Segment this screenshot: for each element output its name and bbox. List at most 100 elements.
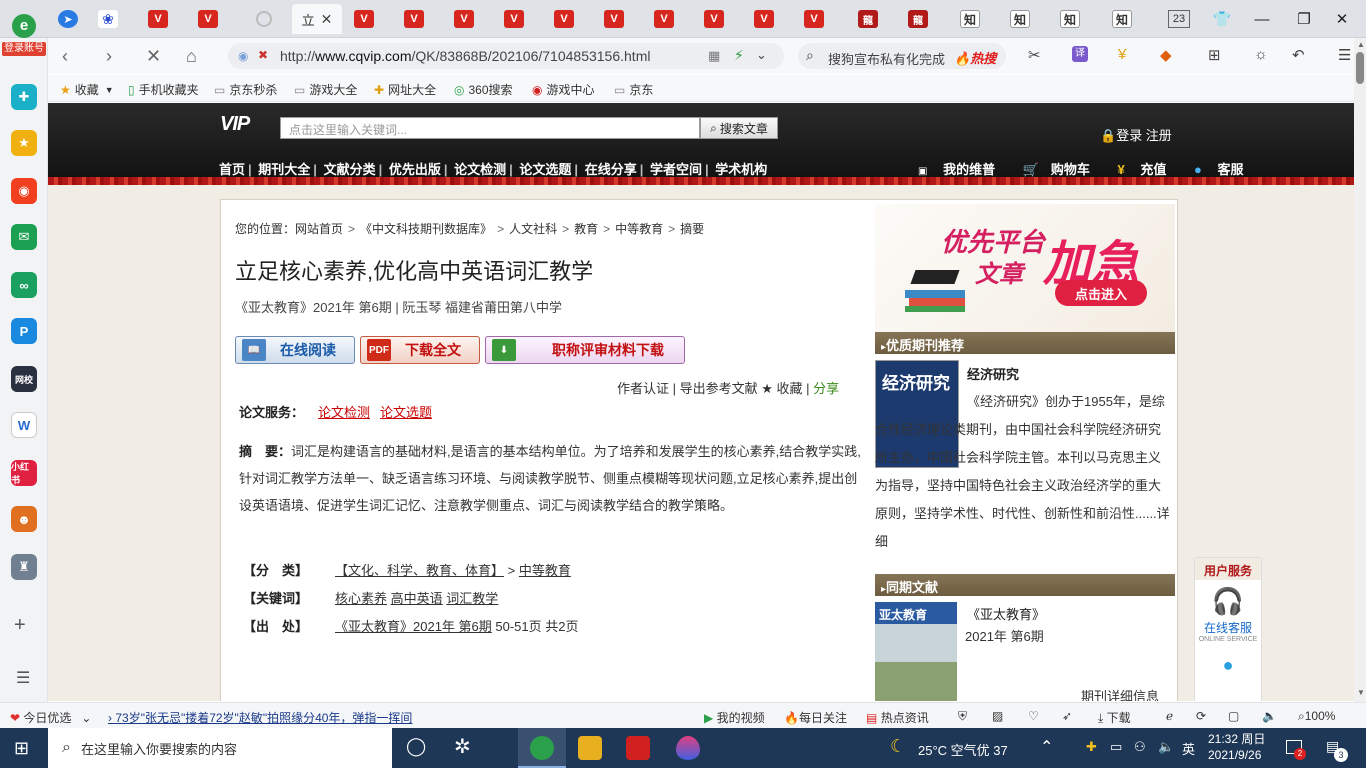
chevron-down-icon[interactable]: ⌄	[756, 47, 767, 63]
vertical-scrollbar[interactable]: ▲ ▼	[1354, 38, 1366, 702]
bookmark-url-nav[interactable]: ✚ 网址大全	[374, 81, 436, 98]
paper-check-link[interactable]: 论文检测	[318, 405, 370, 420]
bookmark-jd[interactable]: ▭ 京东	[614, 81, 653, 98]
ad-enter-button[interactable]: 点击进入	[1055, 280, 1147, 306]
favorites-star-icon[interactable]: ★	[11, 130, 37, 156]
translate-icon[interactable]: 译	[1072, 46, 1088, 62]
tab-cqvip[interactable]: V	[340, 4, 388, 34]
journal-details-link[interactable]: 期刊详细信息	[1081, 686, 1159, 701]
tab-cqvip[interactable]: V	[440, 4, 488, 34]
tab-cqvip[interactable]: V	[740, 4, 788, 34]
today-picks[interactable]: ❤ 今日优选 ⌄	[10, 709, 91, 726]
add-icon[interactable]: +	[14, 614, 26, 637]
refresh-icon[interactable]: ⟳	[1196, 709, 1206, 723]
read-online-button[interactable]: 📖 在线阅读	[235, 336, 355, 364]
nav-categories[interactable]: 文献分类	[324, 162, 376, 177]
online-service-link[interactable]: 在线客服	[1195, 619, 1261, 636]
back-icon[interactable]: ‹	[62, 46, 68, 67]
breadcrumb-humanities[interactable]: 人文社科	[509, 222, 557, 236]
tab-active[interactable]: 立 ✕	[292, 4, 342, 34]
nav-institutions[interactable]: 学术机构	[715, 162, 767, 177]
customer-service-link[interactable]: ● 客服	[1194, 162, 1256, 177]
colorful-app-icon[interactable]	[676, 736, 700, 760]
tab-count-badge[interactable]: 23	[1168, 10, 1190, 28]
tab-cqvip[interactable]: V	[490, 4, 538, 34]
coin-icon[interactable]: ¥	[1118, 46, 1126, 63]
my-video[interactable]: ▶ 我的视频	[704, 709, 765, 726]
breadcrumb-education[interactable]: 教育	[574, 222, 598, 236]
plus-app-icon[interactable]: ✚	[11, 84, 37, 110]
nav-priority-publish[interactable]: 优先出版	[389, 162, 441, 177]
minimize-icon[interactable]: —	[1242, 0, 1282, 38]
home-icon[interactable]: ⌂	[186, 46, 197, 67]
breadcrumb-home[interactable]: 网站首页	[295, 222, 343, 236]
bookmark-game-center[interactable]: ◉ 游戏中心	[532, 81, 595, 98]
title-material-download-button[interactable]: ⬇ 职称评审材料下载	[485, 336, 685, 364]
my-vip-link[interactable]: ▣ 我的维普	[918, 162, 1007, 177]
taskbar-search[interactable]: ⌕ 在这里输入你要搜索的内容	[48, 728, 392, 768]
close-window-icon[interactable]: ✕	[1322, 0, 1362, 38]
tab-cqvip[interactable]: V	[690, 4, 738, 34]
image-icon[interactable]: ▨	[992, 709, 1003, 723]
game-icon[interactable]: ◆	[1160, 46, 1172, 64]
vip-logo[interactable]: VIP	[220, 113, 250, 136]
source-link[interactable]: 《亚太教育》2021年 第6期	[335, 619, 492, 634]
topic-select-link[interactable]: 论文选题	[380, 405, 432, 420]
file-explorer-icon[interactable]	[578, 736, 602, 760]
scroll-up-icon[interactable]: ▲	[1357, 40, 1365, 49]
tab-cqvip[interactable]: V	[184, 4, 232, 34]
bookmark-favorites[interactable]: ★ 收藏 ▼	[60, 81, 114, 98]
nav-online-share[interactable]: 在线分享	[585, 162, 637, 177]
task-view-icon[interactable]: ◯	[406, 736, 426, 757]
cart-link[interactable]: 🛒 购物车	[1023, 162, 1102, 177]
browser-logo-icon[interactable]: e	[12, 14, 36, 38]
mail-icon[interactable]: ✉	[11, 224, 37, 250]
tab-cqvip[interactable]: V	[590, 4, 638, 34]
breadcrumb-database[interactable]: 《中文科技期刊数据库》	[360, 222, 492, 236]
export-reference-link[interactable]: 导出参考文献	[680, 381, 758, 396]
login-account-label[interactable]: 登录账号	[2, 42, 46, 56]
keyword-search-input[interactable]: 点击这里输入关键词...	[280, 117, 700, 139]
volume-icon[interactable]: 🔈	[1262, 709, 1277, 723]
speaker-icon[interactable]: 🔈	[1158, 739, 1174, 755]
bookmark-jd-seckill[interactable]: ▭ 京东秒杀	[214, 81, 277, 98]
forward-icon[interactable]: ›	[106, 46, 112, 67]
restore-icon[interactable]: ❐	[1284, 0, 1324, 38]
search-input[interactable]: 搜狗宣布私有化完成	[828, 49, 945, 68]
recharge-link[interactable]: ¥ 充值	[1118, 162, 1179, 177]
skin-icon[interactable]: 👕	[1202, 0, 1242, 38]
health-icon[interactable]: ♡	[1028, 709, 1039, 723]
tab-dark[interactable]: 龍	[894, 4, 942, 34]
pinduoduo-icon[interactable]: P	[11, 318, 37, 344]
keyword-link[interactable]: 高中英语	[391, 591, 443, 606]
network-icon[interactable]: ⚇	[1134, 739, 1146, 755]
login-register-link[interactable]: 🔒登录 注册	[1100, 125, 1172, 144]
breadcrumb-secondary-education[interactable]: 中等教育	[615, 222, 663, 236]
search-article-button[interactable]: ⌕ 搜索文章	[700, 117, 778, 139]
tab-cqvip[interactable]: V	[640, 4, 688, 34]
lightning-icon[interactable]: ⚡	[734, 47, 744, 64]
tab-baidu[interactable]: ❀	[84, 4, 132, 34]
share-link[interactable]: 分享	[813, 381, 839, 396]
tab-cqvip[interactable]: V	[540, 4, 588, 34]
qq-icon[interactable]: ●	[1195, 655, 1261, 676]
nav-home[interactable]: 首页	[219, 162, 245, 177]
category-link[interactable]: 【文化、科学、教育、体育】	[335, 563, 504, 578]
keyword-link[interactable]: 核心素养	[335, 591, 387, 606]
not-secure-icon[interactable]: ✖	[258, 48, 268, 62]
apps-grid-icon[interactable]: ⊞	[1208, 46, 1221, 64]
game-character-icon[interactable]: ☻	[11, 506, 37, 532]
daily-follow[interactable]: 🔥每日关注	[784, 709, 847, 726]
plus-tray-icon[interactable]: ✚	[1086, 739, 1097, 755]
search-bar[interactable]: ⌕ 搜狗宣布私有化完成 🔥热搜	[798, 43, 1006, 69]
bookmark-games[interactable]: ▭ 游戏大全	[294, 81, 357, 98]
same-issue-cover[interactable]: 亚太教育	[875, 602, 957, 701]
subcategory-link[interactable]: 中等教育	[519, 563, 571, 578]
weibo-icon[interactable]: ◉	[11, 178, 37, 204]
bookmark-360-search[interactable]: ◎ 360搜索	[454, 81, 513, 98]
brightness-icon[interactable]: ☼	[1254, 46, 1268, 63]
priority-publish-ad[interactable]: 优先平台 文章 加急 点击进入	[875, 204, 1175, 332]
tab-zhihu[interactable]: 知	[1098, 4, 1146, 34]
same-issue-journal-link[interactable]: 《亚太教育》	[967, 604, 1045, 623]
nav-topic-select[interactable]: 论文选题	[519, 162, 571, 177]
